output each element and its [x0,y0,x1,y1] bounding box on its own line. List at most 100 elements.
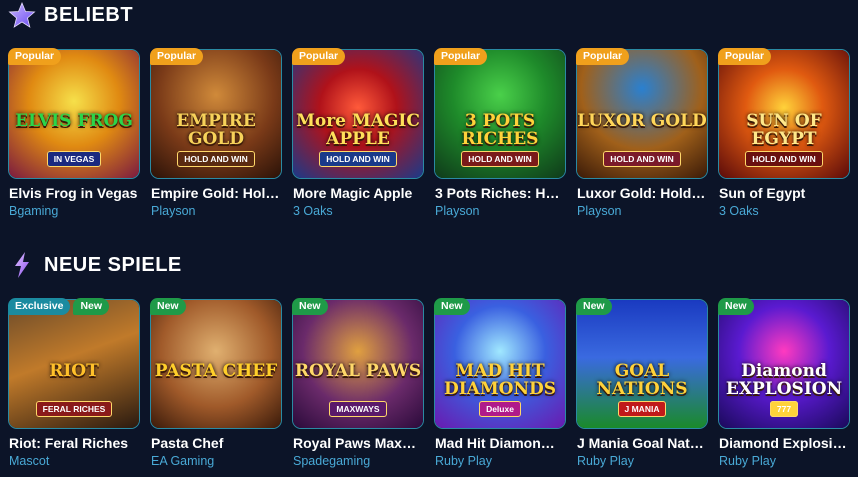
game-thumbnail[interactable]: MAD HIT DIAMONDS Deluxe [434,299,566,429]
game-logo-subtitle: FERAL RICHES [9,401,139,417]
game-logo-subtitle: HOLD AND WIN [719,151,849,167]
popular-badge: Popular [292,48,346,65]
new-badge: New [150,298,186,315]
game-artwork: GOAL NATIONS J MANIA [577,300,707,428]
game-provider[interactable]: 3 Oaks [719,204,759,218]
game-artwork: PASTA CHEF [151,300,281,428]
game-logo-subtitle: IN VEGAS [9,151,139,167]
game-thumbnail[interactable]: ELVIS FROG IN VEGAS [8,49,140,179]
lightning-icon [15,252,29,278]
game-logo-title: PASTA CHEF [154,361,278,381]
game-thumbnail[interactable]: Diamond EXPLOSION 777 [718,299,850,429]
game-artwork: ROYAL PAWS MAXWAYS [293,300,423,428]
section-popular: BELIEBT ELVIS FROG IN VEGAS Popular Elvis F… [0,0,858,232]
badge-group: New [434,298,470,315]
game-provider[interactable]: Ruby Play [719,454,776,468]
game-provider[interactable]: Playson [577,204,621,218]
game-thumbnail[interactable]: PASTA CHEF [150,299,282,429]
badge-group: New [576,298,612,315]
popular-badge: Popular [150,48,204,65]
star-icon [8,1,36,28]
badge-group: Popular [8,48,62,65]
game-provider[interactable]: EA Gaming [151,454,214,468]
badge-group: New [292,298,328,315]
game-title[interactable]: Empire Gold: Hol… [151,185,291,201]
new-badge: New [292,298,328,315]
popular-badge: Popular [718,48,772,65]
game-artwork: MAD HIT DIAMONDS Deluxe [435,300,565,428]
game-provider[interactable]: Mascot [9,454,49,468]
game-thumbnail[interactable]: 3 POTS RICHES HOLD AND WIN [434,49,566,179]
game-provider[interactable]: Ruby Play [435,454,492,468]
game-thumbnail[interactable]: ROYAL PAWS MAXWAYS [292,299,424,429]
badge-group: Popular [150,48,204,65]
game-title[interactable]: Royal Paws Max… [293,435,433,451]
new-badge: New [434,298,470,315]
game-logo-subtitle: MAXWAYS [293,401,423,417]
game-provider[interactable]: Spadegaming [293,454,370,468]
game-title[interactable]: Sun of Egypt [719,185,858,201]
game-artwork: RIOT FERAL RICHES [9,300,139,428]
game-title[interactable]: More Magic Apple [293,185,433,201]
game-logo-title: 3 POTS RICHES [461,111,539,149]
game-logo-subtitle: J MANIA [577,401,707,417]
game-artwork: 3 POTS RICHES HOLD AND WIN [435,50,565,178]
game-provider[interactable]: Bgaming [9,204,58,218]
game-title[interactable]: Pasta Chef [151,435,291,451]
game-logo-subtitle: HOLD AND WIN [151,151,281,167]
new-badge: New [576,298,612,315]
game-logo-title: LUXOR GOLD [577,111,707,131]
game-title[interactable]: 3 Pots Riches: H… [435,185,575,201]
game-logo-title: More MAGIC APPLE [296,111,420,149]
exclusive-badge: Exclusive [8,298,71,315]
game-provider[interactable]: Playson [435,204,479,218]
game-provider[interactable]: 3 Oaks [293,204,333,218]
game-title[interactable]: Luxor Gold: Hold… [577,185,717,201]
game-logo-title: EMPIRE GOLD [176,111,256,149]
game-artwork: More MAGIC APPLE HOLD AND WIN [293,50,423,178]
game-title[interactable]: J Mania Goal Nat… [577,435,717,451]
game-title[interactable]: Diamond Explosi… [719,435,858,451]
game-title[interactable]: Riot: Feral Riches [9,435,149,451]
new-badge: New [718,298,754,315]
section-header: NEUE SPIELE [8,250,182,280]
game-artwork: ELVIS FROG IN VEGAS [9,50,139,178]
game-title[interactable]: Mad Hit Diamon… [435,435,575,451]
game-logo-title: Diamond EXPLOSION [725,361,843,399]
section-new-games: NEUE SPIELE RIOT FERAL RICHES Exclusive New… [0,250,858,477]
game-artwork: SUN OF EGYPT HOLD AND WIN [719,50,849,178]
game-logo-title: SUN OF EGYPT [746,111,822,149]
game-thumbnail[interactable]: RIOT FERAL RICHES [8,299,140,429]
game-artwork: Diamond EXPLOSION 777 [719,300,849,428]
badge-group: Popular [576,48,630,65]
section-header: BELIEBT [8,0,133,30]
game-thumbnail[interactable]: GOAL NATIONS J MANIA [576,299,708,429]
game-artwork: LUXOR GOLD HOLD AND WIN [577,50,707,178]
game-logo-title: GOAL NATIONS [596,361,688,399]
game-thumbnail[interactable]: EMPIRE GOLD HOLD AND WIN [150,49,282,179]
badge-group: New [150,298,186,315]
game-logo-title: ROYAL PAWS [294,361,422,381]
game-logo-title: RIOT [49,361,99,381]
badge-group: Popular [718,48,772,65]
game-logo-title: ELVIS FROG [15,111,133,131]
game-logo-subtitle: HOLD AND WIN [577,151,707,167]
game-logo-subtitle: HOLD AND WIN [435,151,565,167]
game-logo-title: MAD HIT DIAMONDS [443,361,557,399]
section-title: BELIEBT [44,3,134,26]
game-provider[interactable]: Playson [151,204,195,218]
game-logo-subtitle: HOLD AND WIN [293,151,423,167]
game-logo-subtitle: Deluxe [435,401,565,417]
game-thumbnail[interactable]: LUXOR GOLD HOLD AND WIN [576,49,708,179]
popular-badge: Popular [8,48,62,65]
badge-group: Popular [292,48,346,65]
new-badge: New [73,298,110,315]
badge-group: Popular [434,48,488,65]
game-thumbnail[interactable]: More MAGIC APPLE HOLD AND WIN [292,49,424,179]
badge-group: Exclusive New [8,298,110,315]
popular-badge: Popular [576,48,630,65]
badge-group: New [718,298,754,315]
game-provider[interactable]: Ruby Play [577,454,634,468]
game-title[interactable]: Elvis Frog in Vegas [9,185,149,201]
game-thumbnail[interactable]: SUN OF EGYPT HOLD AND WIN [718,49,850,179]
